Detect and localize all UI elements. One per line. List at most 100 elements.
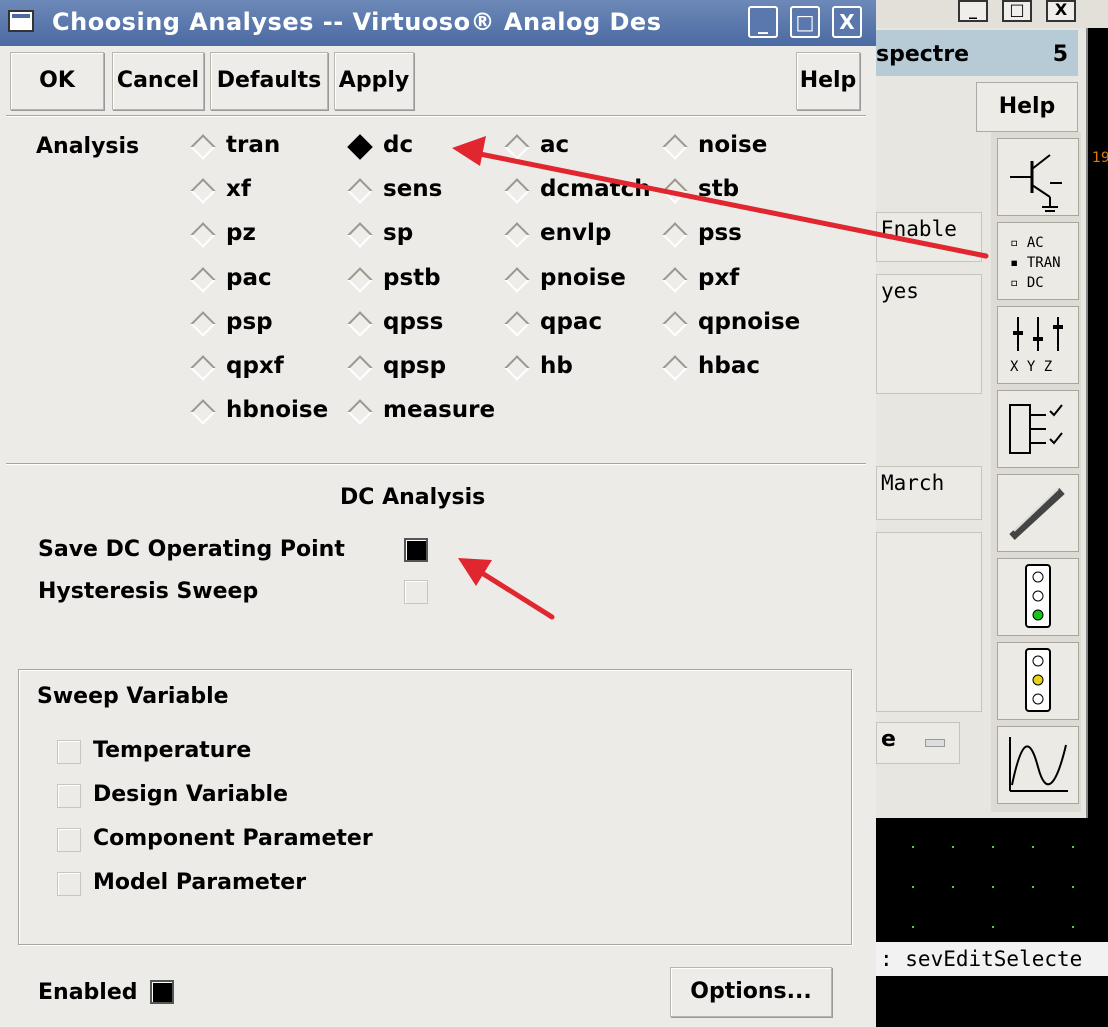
setup-outputs-tool[interactable] <box>997 390 1079 468</box>
analysis-radio-label: sp <box>383 220 414 246</box>
radio-unselected-icon <box>662 178 688 204</box>
sliders-icon <box>1013 317 1063 351</box>
help-button[interactable]: Help <box>796 52 860 110</box>
radio-unselected-icon <box>190 267 216 293</box>
analysis-radio-label: qpss <box>383 309 444 335</box>
radio-unselected-icon <box>190 355 216 381</box>
radio-selected-icon <box>347 134 373 160</box>
analyses-table-cell[interactable]: March <box>876 466 982 520</box>
grid-dot <box>1032 886 1034 888</box>
radio-unselected-icon <box>662 355 688 381</box>
grid-dot <box>912 846 914 848</box>
design-variable-checkbox[interactable] <box>57 784 81 808</box>
analysis-radio-label: stb <box>698 176 740 202</box>
edit-variables-tool[interactable]: X Y Z <box>997 306 1079 384</box>
hysteresis-sweep-checkbox[interactable] <box>404 580 428 604</box>
radio-unselected-icon <box>662 311 688 337</box>
analysis-radio-label: qpac <box>540 309 603 335</box>
analysis-radio-label: measure <box>383 397 496 423</box>
grid-dot <box>912 926 914 928</box>
radio-unselected-icon <box>190 222 216 248</box>
plot-outputs-tool[interactable] <box>997 726 1079 804</box>
model-parameter-checkbox[interactable] <box>57 872 81 896</box>
grid-dot <box>1072 846 1074 848</box>
radio-unselected-icon <box>504 134 530 160</box>
analyses-table-header: Enable <box>876 212 982 262</box>
analysis-radio-label: xf <box>226 176 251 202</box>
run-tool[interactable] <box>997 642 1079 720</box>
tran-label: TRAN <box>1026 255 1061 271</box>
enabled-checkbox[interactable] <box>150 980 174 1004</box>
ade-help-button[interactable]: Help <box>976 82 1078 132</box>
radio-unselected-icon <box>662 134 688 160</box>
close-button[interactable]: X <box>1046 0 1076 22</box>
window-menu-icon[interactable] <box>8 10 34 32</box>
radio-unselected-icon <box>347 355 373 381</box>
temperature-checkbox[interactable] <box>57 740 81 764</box>
traffic-light-yellow-icon <box>1025 648 1051 712</box>
analysis-radio-label: qpsp <box>383 353 447 379</box>
netlist-run-tool[interactable] <box>997 558 1079 636</box>
radio-unselected-icon <box>190 178 216 204</box>
analysis-radio-label: hb <box>540 353 573 379</box>
radio-unselected-icon <box>504 355 530 381</box>
choose-design-tool[interactable] <box>997 138 1079 216</box>
dc-label: DC <box>1026 275 1044 291</box>
save-dc-op-checkbox[interactable] <box>404 538 428 562</box>
minimize-button[interactable]: _ <box>958 0 988 22</box>
pencil-icon <box>1009 488 1065 540</box>
analysis-radio-label: psp <box>226 309 273 335</box>
options-button[interactable]: Options... <box>670 967 832 1017</box>
delete-tool[interactable] <box>997 474 1079 552</box>
minimize-button[interactable]: _ <box>748 6 778 38</box>
choose-analyses-tool[interactable]: ▫ AC ▪ TRAN ▫ DC <box>997 222 1079 300</box>
cancel-button[interactable]: Cancel <box>112 52 204 110</box>
option-menu-indicator-icon <box>925 739 945 747</box>
radio-unselected-icon <box>662 267 688 293</box>
analysis-radio-label: envlp <box>540 220 612 246</box>
dialog-titlebar[interactable]: Choosing Analyses -- Virtuoso® Analog De… <box>0 0 876 46</box>
temperature-label: Temperature <box>93 738 252 763</box>
sweep-variable-heading: Sweep Variable <box>37 684 229 709</box>
analyses-table-value[interactable]: yes <box>876 274 982 394</box>
analysis-radio-label: ac <box>540 132 570 158</box>
analysis-radio-label: pxf <box>698 265 740 291</box>
maximize-button[interactable]: □ <box>1002 0 1032 22</box>
ciw-status-line: : sevEditSelecte <box>876 942 1108 976</box>
component-parameter-checkbox[interactable] <box>57 828 81 852</box>
radio-unselected-icon <box>347 399 373 425</box>
xyz-label: X Y Z <box>1010 359 1053 375</box>
radio-unselected-icon <box>347 267 373 293</box>
transistor-icon <box>1010 154 1062 212</box>
divider <box>6 463 866 465</box>
radio-unselected-icon <box>504 178 530 204</box>
ok-button[interactable]: OK <box>10 52 104 110</box>
schematic-fragment-text: 19 <box>1092 150 1108 166</box>
apply-button[interactable]: Apply <box>334 52 414 110</box>
analysis-label: Analysis <box>36 134 140 159</box>
analysis-radio-label: tran <box>226 132 281 158</box>
grid-dot <box>1072 886 1074 888</box>
analysis-radio-label: pss <box>698 220 742 246</box>
save-dc-op-label: Save DC Operating Point <box>38 537 345 562</box>
grid-dot <box>952 886 954 888</box>
analysis-radio-label: qpnoise <box>698 309 801 335</box>
grid-dot <box>952 846 954 848</box>
grid-dot <box>1072 926 1074 928</box>
radio-unselected-icon <box>347 222 373 248</box>
maximize-button[interactable]: □ <box>790 6 820 38</box>
ade-window-titlebar: _ □ X <box>876 0 1108 28</box>
radio-unselected-icon <box>504 222 530 248</box>
analysis-radio-label: pnoise <box>540 265 626 291</box>
close-button[interactable]: X <box>832 6 862 38</box>
simulator-count: 5 <box>1052 42 1068 67</box>
analysis-radio-label: sens <box>383 176 443 202</box>
dialog-title: Choosing Analyses -- Virtuoso® Analog De… <box>52 8 662 36</box>
analysis-radio-label: pstb <box>383 265 441 291</box>
option-menu[interactable]: e <box>876 722 960 764</box>
radio-unselected-icon <box>190 134 216 160</box>
hysteresis-sweep-label: Hysteresis Sweep <box>38 579 259 604</box>
design-variable-label: Design Variable <box>93 782 289 807</box>
traffic-light-green-icon <box>1025 564 1051 628</box>
defaults-button[interactable]: Defaults <box>210 52 328 110</box>
